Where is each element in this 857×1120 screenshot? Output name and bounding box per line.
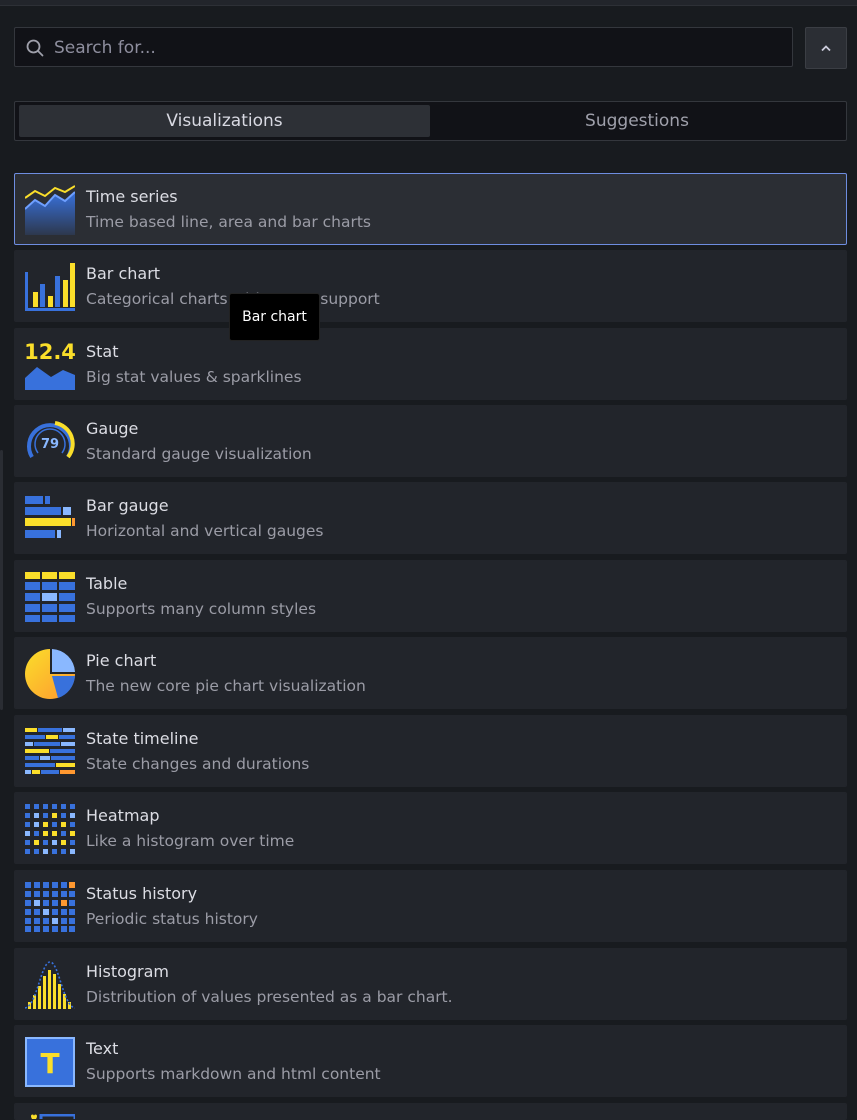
- bar-gauge-icon: [25, 496, 75, 538]
- tab-suggestions[interactable]: Suggestions: [432, 105, 842, 137]
- viz-title: Pie chart: [86, 651, 157, 670]
- viz-description: Horizontal and vertical gauges: [86, 522, 324, 540]
- viz-title: Bar gauge: [86, 496, 169, 515]
- viz-item-heatmap[interactable]: Heatmap Like a histogram over time: [14, 792, 847, 864]
- viz-title: Stat: [86, 342, 119, 361]
- viz-item-bar-gauge[interactable]: Bar gauge Horizontal and vertical gauges: [14, 482, 847, 554]
- bar-chart-icon: [25, 263, 75, 311]
- stat-icon: 12.4: [25, 340, 75, 390]
- viz-description: Supports markdown and html content: [86, 1065, 381, 1083]
- state-timeline-icon: [25, 728, 75, 774]
- viz-title: Heatmap: [86, 806, 160, 825]
- viz-item-gauge[interactable]: 79 Gauge Standard gauge visualization: [14, 405, 847, 477]
- viz-title: Status history: [86, 884, 198, 903]
- viz-item-partial[interactable]: [14, 1103, 847, 1120]
- viz-item-status-history[interactable]: Status history Periodic status history: [14, 870, 847, 942]
- pie-chart-icon: [25, 649, 75, 699]
- viz-description: Time based line, area and bar charts: [86, 213, 371, 231]
- viz-title: State timeline: [86, 729, 199, 748]
- partial-item-icon: [31, 1114, 75, 1119]
- viz-description: Like a histogram over time: [86, 832, 295, 850]
- viz-description: Periodic status history: [86, 910, 258, 928]
- search-box: [14, 27, 793, 68]
- viz-description: State changes and durations: [86, 755, 310, 773]
- panel-top-border: [0, 0, 857, 6]
- collapse-button[interactable]: [805, 27, 847, 69]
- viz-item-bar-chart[interactable]: Bar chart Categorical charts with group …: [14, 250, 847, 322]
- viz-item-pie-chart[interactable]: Pie chart The new core pie chart visuali…: [14, 637, 847, 709]
- viz-description: The new core pie chart visualization: [86, 677, 366, 695]
- tooltip: Bar chart: [229, 293, 320, 341]
- gauge-icon-value: 79: [41, 437, 59, 452]
- text-icon: T: [25, 1037, 75, 1087]
- histogram-icon: [25, 961, 75, 1009]
- search-input[interactable]: [52, 28, 786, 68]
- stat-icon-value: 12.4: [25, 340, 75, 364]
- table-icon: [25, 572, 75, 622]
- viz-description: Supports many column styles: [86, 600, 317, 618]
- search-icon: [26, 39, 44, 57]
- viz-item-table[interactable]: Table Supports many column styles: [14, 560, 847, 632]
- viz-item-histogram[interactable]: Histogram Distribution of values present…: [14, 948, 847, 1020]
- gauge-icon: 79: [27, 421, 75, 459]
- viz-title: Text: [86, 1039, 119, 1058]
- view-tabs: Visualizations Suggestions: [14, 101, 847, 141]
- viz-title: Table: [86, 574, 128, 593]
- viz-title: Gauge: [86, 419, 139, 438]
- viz-description: Distribution of values presented as a ba…: [86, 988, 453, 1006]
- viz-title: Histogram: [86, 962, 169, 981]
- viz-item-state-timeline[interactable]: State timeline State changes and duratio…: [14, 715, 847, 787]
- viz-description: Standard gauge visualization: [86, 445, 312, 463]
- viz-item-text[interactable]: T Text Supports markdown and html conten…: [14, 1025, 847, 1097]
- viz-title: Bar chart: [86, 264, 161, 283]
- viz-description: Big stat values & sparklines: [86, 368, 302, 386]
- heatmap-icon: [25, 804, 75, 854]
- chevron-up-icon: [821, 45, 831, 52]
- time-series-icon: [25, 185, 75, 235]
- viz-item-stat[interactable]: 12.4 Stat Big stat values & sparklines: [14, 328, 847, 400]
- viz-title: Time series: [86, 187, 178, 206]
- status-history-icon: [25, 882, 75, 932]
- viz-item-time-series[interactable]: Time series Time based line, area and ba…: [14, 173, 847, 245]
- text-icon-letter: T: [40, 1047, 59, 1080]
- tab-visualizations[interactable]: Visualizations: [19, 105, 430, 137]
- left-resize-handle[interactable]: [0, 450, 3, 710]
